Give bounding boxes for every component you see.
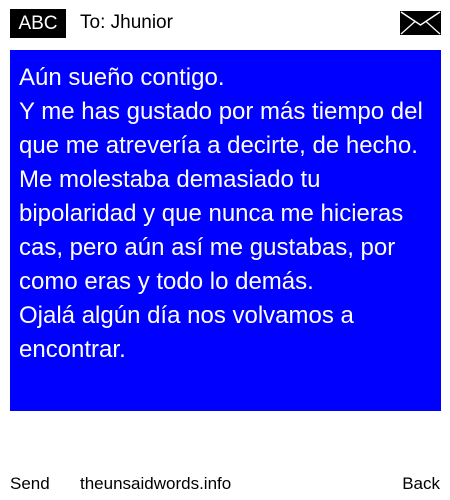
top-bar: ABC To: Jhunior: [0, 0, 450, 46]
site-label: theunsaidwords.info: [80, 474, 232, 493]
input-mode-badge: ABC: [10, 9, 66, 38]
message-body[interactable]: Aún sueño contigo. Y me has gustado por …: [19, 61, 431, 367]
envelope-icon: [400, 11, 441, 35]
recipient-label: To: Jhunior: [80, 12, 173, 33]
message-panel[interactable]: Aún sueño contigo. Y me has gustado por …: [10, 50, 441, 411]
back-button[interactable]: Back: [402, 470, 440, 498]
softkey-bar: Send theunsaidwords.info Back: [0, 470, 450, 498]
send-button[interactable]: Send: [10, 470, 50, 498]
